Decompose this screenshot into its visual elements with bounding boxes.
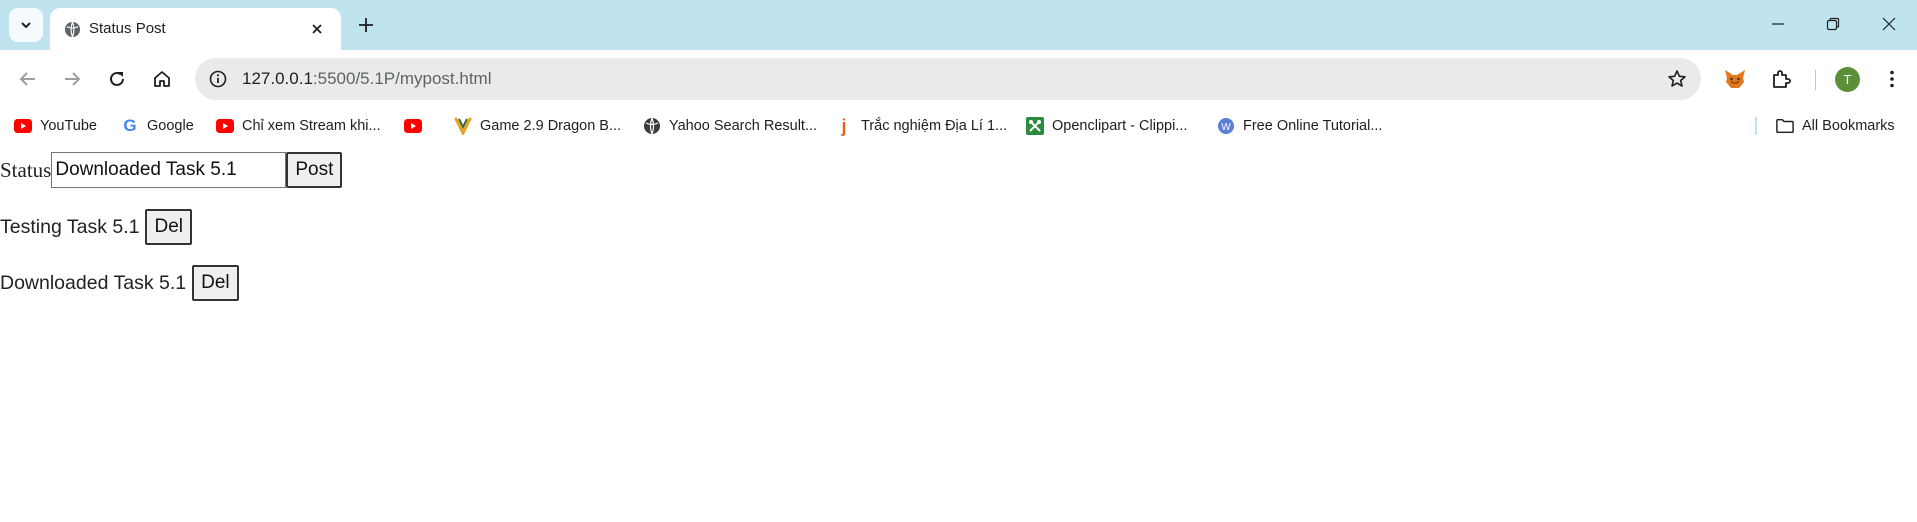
tab-active[interactable]: Status Post (50, 8, 341, 50)
tab-search-button[interactable] (9, 8, 43, 42)
restore-icon (1826, 17, 1840, 31)
arrow-left-icon (19, 72, 35, 86)
folder-icon (1776, 117, 1794, 135)
delete-button[interactable]: Del (145, 209, 192, 245)
back-button[interactable] (12, 63, 44, 95)
menu-button[interactable] (1876, 63, 1908, 95)
bookmark-youtube-stream[interactable]: Chỉ xem Stream khi... (216, 114, 381, 138)
url-host: 127.0.0.1 (242, 69, 313, 88)
google-icon: G (123, 116, 137, 135)
bookmark-label: Free Online Tutorial... (1243, 118, 1383, 134)
minimize-icon (1772, 23, 1784, 25)
page-content: Status Post Testing Task 5.1 Del Downloa… (0, 143, 1917, 522)
plus-icon (359, 18, 373, 32)
bookmarks-separator (1755, 117, 1757, 135)
youtube-icon (216, 117, 234, 135)
vivaldi-icon (454, 117, 472, 135)
bookmark-label: Trắc nghiệm Địa Lí 1... (861, 118, 1008, 134)
bookmark-free-tutorial[interactable]: W Free Online Tutorial... (1217, 114, 1382, 138)
address-bar[interactable]: 127.0.0.1:5500/5.1P/mypost.html (195, 58, 1701, 100)
status-form: Status Post (0, 152, 343, 188)
all-bookmarks-button[interactable]: All Bookmarks (1776, 114, 1895, 138)
bookmark-game[interactable]: Game 2.9 Dragon B... (454, 114, 621, 138)
post-item: Downloaded Task 5.1 Del (0, 265, 239, 301)
minimize-button[interactable] (1755, 7, 1801, 41)
url-text[interactable]: 127.0.0.1:5500/5.1P/mypost.html (242, 69, 492, 89)
bookmark-trac-nghiem[interactable]: j Trắc nghiệm Địa Lí 1... (835, 114, 1007, 138)
delete-button[interactable]: Del (192, 265, 239, 301)
url-path: :5500/5.1P/mypost.html (312, 69, 492, 88)
close-window-button[interactable] (1866, 7, 1912, 41)
tab-close-button[interactable] (305, 17, 329, 41)
fox-icon (1725, 70, 1745, 88)
status-input[interactable] (51, 152, 287, 188)
profile-avatar[interactable]: T (1835, 67, 1860, 92)
bookmark-youtube-2[interactable] (404, 114, 430, 138)
bookmark-star-button[interactable] (1665, 67, 1689, 91)
toolbar-separator (1815, 70, 1816, 90)
youtube-icon (404, 117, 422, 135)
globe-icon (643, 117, 661, 135)
reload-icon (110, 71, 124, 86)
w-icon: W (1217, 117, 1235, 135)
bookmark-google[interactable]: G Google (121, 114, 194, 138)
more-vertical-icon (1890, 70, 1894, 88)
home-button[interactable] (146, 63, 178, 95)
post-text: Downloaded Task 5.1 (0, 271, 187, 294)
bookmark-yahoo[interactable]: Yahoo Search Result... (643, 114, 817, 138)
openclipart-icon (1026, 117, 1044, 135)
home-icon (154, 71, 170, 87)
svg-text:W: W (1221, 122, 1231, 133)
site-info-button[interactable] (205, 66, 231, 92)
post-text: Testing Task 5.1 (0, 215, 140, 238)
bookmarks-bar: YouTube G Google Chỉ xem Stream khi... G… (0, 109, 1917, 143)
status-label: Status (0, 157, 52, 182)
youtube-icon (14, 117, 32, 135)
close-icon (1882, 17, 1896, 31)
bookmark-label: Game 2.9 Dragon B... (480, 118, 622, 134)
browser-toolbar: 127.0.0.1:5500/5.1P/mypost.html T (0, 50, 1917, 109)
bookmark-label: Yahoo Search Result... (669, 118, 818, 134)
extensions-button[interactable] (1765, 63, 1797, 95)
post-button[interactable]: Post (286, 152, 343, 188)
bookmark-label: YouTube (40, 118, 97, 134)
chevron-down-icon (21, 22, 31, 29)
forward-button[interactable] (56, 63, 88, 95)
bookmark-youtube[interactable]: YouTube (14, 114, 97, 138)
close-icon (312, 24, 322, 34)
bookmark-label: Openclipart - Clippi... (1052, 118, 1188, 134)
metamask-extension-button[interactable] (1719, 63, 1751, 95)
tab-title: Status Post (89, 20, 166, 37)
bookmark-label: Google (147, 118, 194, 134)
bookmark-openclipart[interactable]: Openclipart - Clippi... (1026, 114, 1187, 138)
star-icon (1668, 70, 1686, 87)
bookmark-label: Chỉ xem Stream khi... (242, 118, 381, 134)
puzzle-icon (1773, 70, 1791, 88)
j-icon: j (841, 115, 847, 136)
reload-button[interactable] (101, 63, 133, 95)
new-tab-button[interactable] (352, 11, 380, 39)
globe-icon (64, 21, 81, 38)
restore-button[interactable] (1810, 7, 1856, 41)
tab-strip: Status Post (0, 0, 1917, 50)
all-bookmarks-label: All Bookmarks (1802, 118, 1895, 134)
info-icon (209, 70, 227, 88)
arrow-right-icon (65, 72, 81, 86)
post-item: Testing Task 5.1 Del (0, 209, 192, 245)
